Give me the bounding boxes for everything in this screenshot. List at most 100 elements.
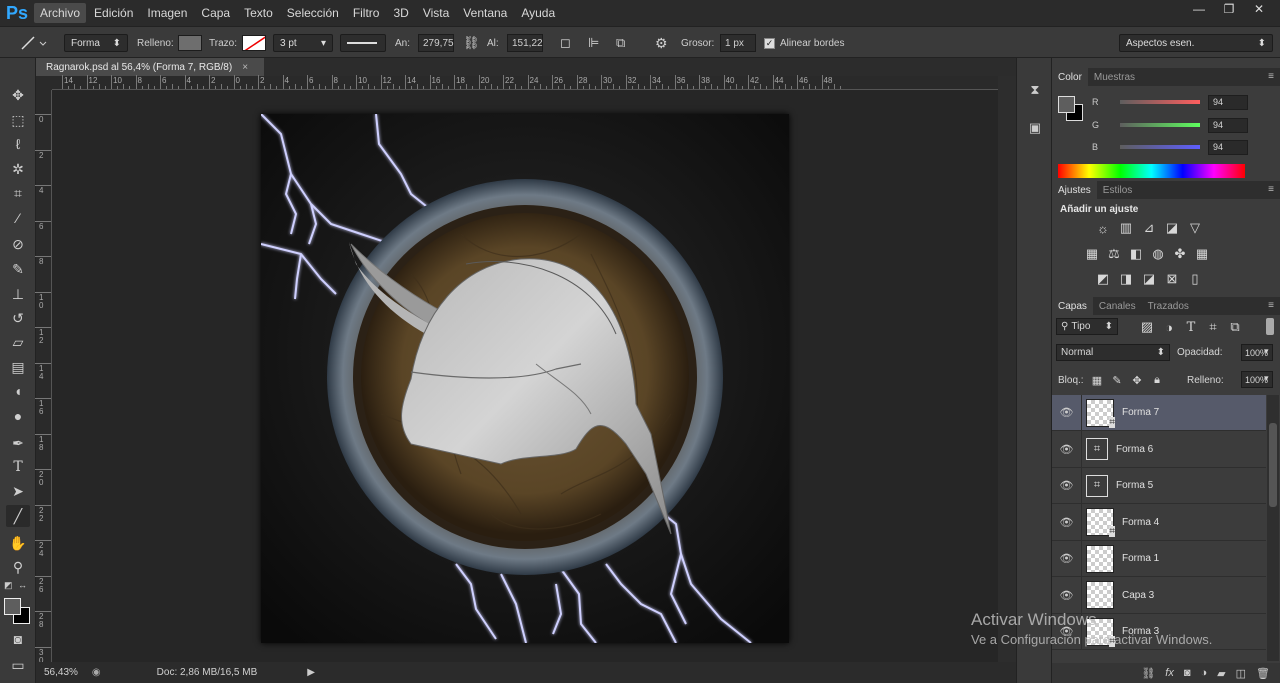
tool-mode-dropdown[interactable]: Forma ⬍ <box>64 34 128 52</box>
filter-smart-object-icon[interactable]: ⧉ <box>1226 318 1244 336</box>
menu-filtro[interactable]: Filtro <box>347 3 386 23</box>
path-arrangement-icon[interactable]: ⧉ <box>616 33 625 53</box>
dodge-tool-icon[interactable]: ● <box>6 405 30 427</box>
swap-colors-icon[interactable]: ↔ <box>18 580 27 590</box>
trash-icon[interactable]: 🗑︎ <box>1256 667 1270 680</box>
fx-icon[interactable]: fx <box>1165 667 1174 679</box>
stroke-swatch[interactable] <box>242 35 266 51</box>
lock-all-icon[interactable]: 🔒︎ <box>1148 371 1166 389</box>
invert-icon[interactable]: ◩ <box>1094 270 1112 288</box>
menu-texto[interactable]: Texto <box>238 3 279 23</box>
minimize-button[interactable]: — <box>1184 0 1214 18</box>
hand-tool-icon[interactable]: ✋ <box>6 532 30 554</box>
exposure-icon[interactable]: ◪ <box>1163 219 1181 237</box>
fill-swatch[interactable] <box>178 35 202 51</box>
layer-thumbnail[interactable]: ⌗ <box>1086 398 1115 428</box>
hue-saturation-icon[interactable]: ▦ <box>1083 245 1101 263</box>
gradient-tool-icon[interactable]: ▤ <box>6 356 30 378</box>
filter-type-icon[interactable]: T <box>1182 318 1200 336</box>
layer-row[interactable]: 👁︎ Forma 1 <box>1052 540 1266 577</box>
layer-row[interactable]: 👁︎ ⌗ Forma 4 <box>1052 504 1266 541</box>
menu-ventana[interactable]: Ventana <box>457 3 513 23</box>
layers-scrollbar[interactable] <box>1267 395 1279 661</box>
curves-icon[interactable]: ⊿ <box>1140 219 1158 237</box>
menu-archivo[interactable]: Archivo <box>34 3 87 23</box>
menu-3d[interactable]: 3D <box>387 3 414 23</box>
crop-tool-icon[interactable]: ⌗ <box>6 182 30 204</box>
blend-mode-dropdown[interactable]: Normal ⬍ <box>1056 344 1170 361</box>
type-tool-icon[interactable]: T <box>6 456 30 478</box>
default-colors-icon[interactable]: ◩ <box>4 580 13 591</box>
width-input[interactable]: 279,75 <box>418 34 454 52</box>
tab-styles[interactable]: Estilos <box>1097 181 1138 199</box>
photo-filter-icon[interactable]: ◍ <box>1149 245 1167 263</box>
green-input[interactable]: 94 <box>1208 117 1248 133</box>
color-balance-icon[interactable]: ⚖ <box>1105 245 1123 263</box>
filter-shape-icon[interactable]: ⌗ <box>1204 318 1222 336</box>
color-lookup-icon[interactable]: ▦ <box>1193 245 1211 263</box>
layer-thumbnail[interactable]: ⌗ <box>1086 508 1115 537</box>
vibrance-icon[interactable]: ▽ <box>1186 219 1204 237</box>
menu-imagen[interactable]: Imagen <box>141 3 193 23</box>
new-layer-icon[interactable]: ◫ <box>1236 667 1246 680</box>
layer-filter-dropdown[interactable]: ⚲ Tipo ⬍ <box>1056 318 1118 335</box>
foreground-color-swatch[interactable] <box>4 598 21 615</box>
tab-paths[interactable]: Trazados <box>1142 297 1195 315</box>
marquee-tool-icon[interactable]: ⬚ <box>6 109 30 131</box>
visibility-eye-icon[interactable]: 👁︎ <box>1052 540 1082 577</box>
lock-position-icon[interactable]: ✥ <box>1128 371 1146 389</box>
eraser-tool-icon[interactable]: ▱ <box>6 331 30 353</box>
filter-adjustment-icon[interactable]: ◑ <box>1160 318 1178 336</box>
menu-ayuda[interactable]: Ayuda <box>515 3 561 23</box>
blue-slider[interactable] <box>1120 145 1200 149</box>
stroke-type-dropdown[interactable] <box>340 34 386 52</box>
restore-button[interactable]: ❐ <box>1214 0 1244 18</box>
layer-row[interactable]: 👁︎ ⌗ Forma 5 <box>1052 467 1266 504</box>
align-edges-checkbox[interactable]: ✓ <box>764 37 775 49</box>
levels-icon[interactable]: ▥ <box>1117 219 1135 237</box>
add-mask-icon[interactable]: ◙ <box>1184 667 1191 679</box>
gradient-map-icon[interactable]: ▯ <box>1186 270 1204 288</box>
threshold-icon[interactable]: ◪ <box>1140 270 1158 288</box>
selective-color-icon[interactable]: ⊠ <box>1163 270 1181 288</box>
filter-pixel-icon[interactable]: ▨ <box>1138 318 1156 336</box>
new-adjustment-icon[interactable]: ◑ <box>1201 667 1208 679</box>
tab-layers[interactable]: Capas <box>1052 297 1093 315</box>
link-layers-icon[interactable]: ⛓ <box>1141 667 1155 680</box>
tab-color[interactable]: Color <box>1052 68 1088 86</box>
blur-tool-icon[interactable]: ◖ <box>6 380 30 402</box>
workspace-dropdown[interactable]: Aspectos esen. ⬍ <box>1119 34 1273 52</box>
lock-image-icon[interactable]: ✎ <box>1108 371 1126 389</box>
lock-transparent-icon[interactable]: ▦ <box>1088 371 1106 389</box>
gear-icon[interactable]: ⚙ <box>655 33 668 53</box>
layer-row[interactable]: 👁︎ Capa 3 <box>1052 577 1266 614</box>
opacity-arrow-icon[interactable]: ▾ <box>1264 346 1269 357</box>
close-button[interactable]: ✕ <box>1244 0 1274 18</box>
green-slider[interactable] <box>1120 123 1200 127</box>
visibility-eye-icon[interactable]: 👁︎ <box>1052 431 1082 467</box>
red-slider[interactable] <box>1120 100 1200 104</box>
brush-tool-icon[interactable]: ✎ <box>6 258 30 280</box>
channel-mixer-icon[interactable]: ✤ <box>1171 245 1189 263</box>
panel-menu-icon[interactable]: ≡ <box>1268 184 1274 195</box>
path-selection-tool-icon[interactable]: ➤ <box>6 480 30 502</box>
menu-vista[interactable]: Vista <box>417 3 455 23</box>
eyedropper-tool-icon[interactable]: ⁄ <box>6 207 30 229</box>
layer-row[interactable]: 👁︎ ⌗ Forma 6 <box>1052 431 1266 468</box>
tab-adjustments[interactable]: Ajustes <box>1052 181 1097 199</box>
clone-stamp-tool-icon[interactable]: ⊥ <box>6 283 30 305</box>
menu-edicion[interactable]: Edición <box>88 3 139 23</box>
artwork-canvas[interactable] <box>260 113 789 644</box>
zoom-tool-icon[interactable]: ⚲ <box>6 556 30 578</box>
brightness-icon[interactable]: ☼ <box>1094 219 1112 237</box>
layer-thumbnail[interactable] <box>1086 581 1114 609</box>
visibility-eye-icon[interactable]: 👁︎ <box>1052 467 1082 504</box>
panel-fg-color[interactable] <box>1058 96 1075 113</box>
layer-thumbnail[interactable] <box>1086 544 1114 573</box>
layer-row[interactable]: 👁︎ ⌗ Forma 7 <box>1052 395 1266 431</box>
stroke-size-dropdown[interactable]: 3 pt ▾ <box>273 34 333 52</box>
shape-layer-thumbnail[interactable]: ⌗ <box>1086 438 1108 460</box>
color-spectrum[interactable] <box>1058 164 1245 178</box>
history-panel-icon[interactable]: ⧗ <box>1025 80 1045 100</box>
visibility-eye-icon[interactable]: 👁︎ <box>1052 395 1082 431</box>
